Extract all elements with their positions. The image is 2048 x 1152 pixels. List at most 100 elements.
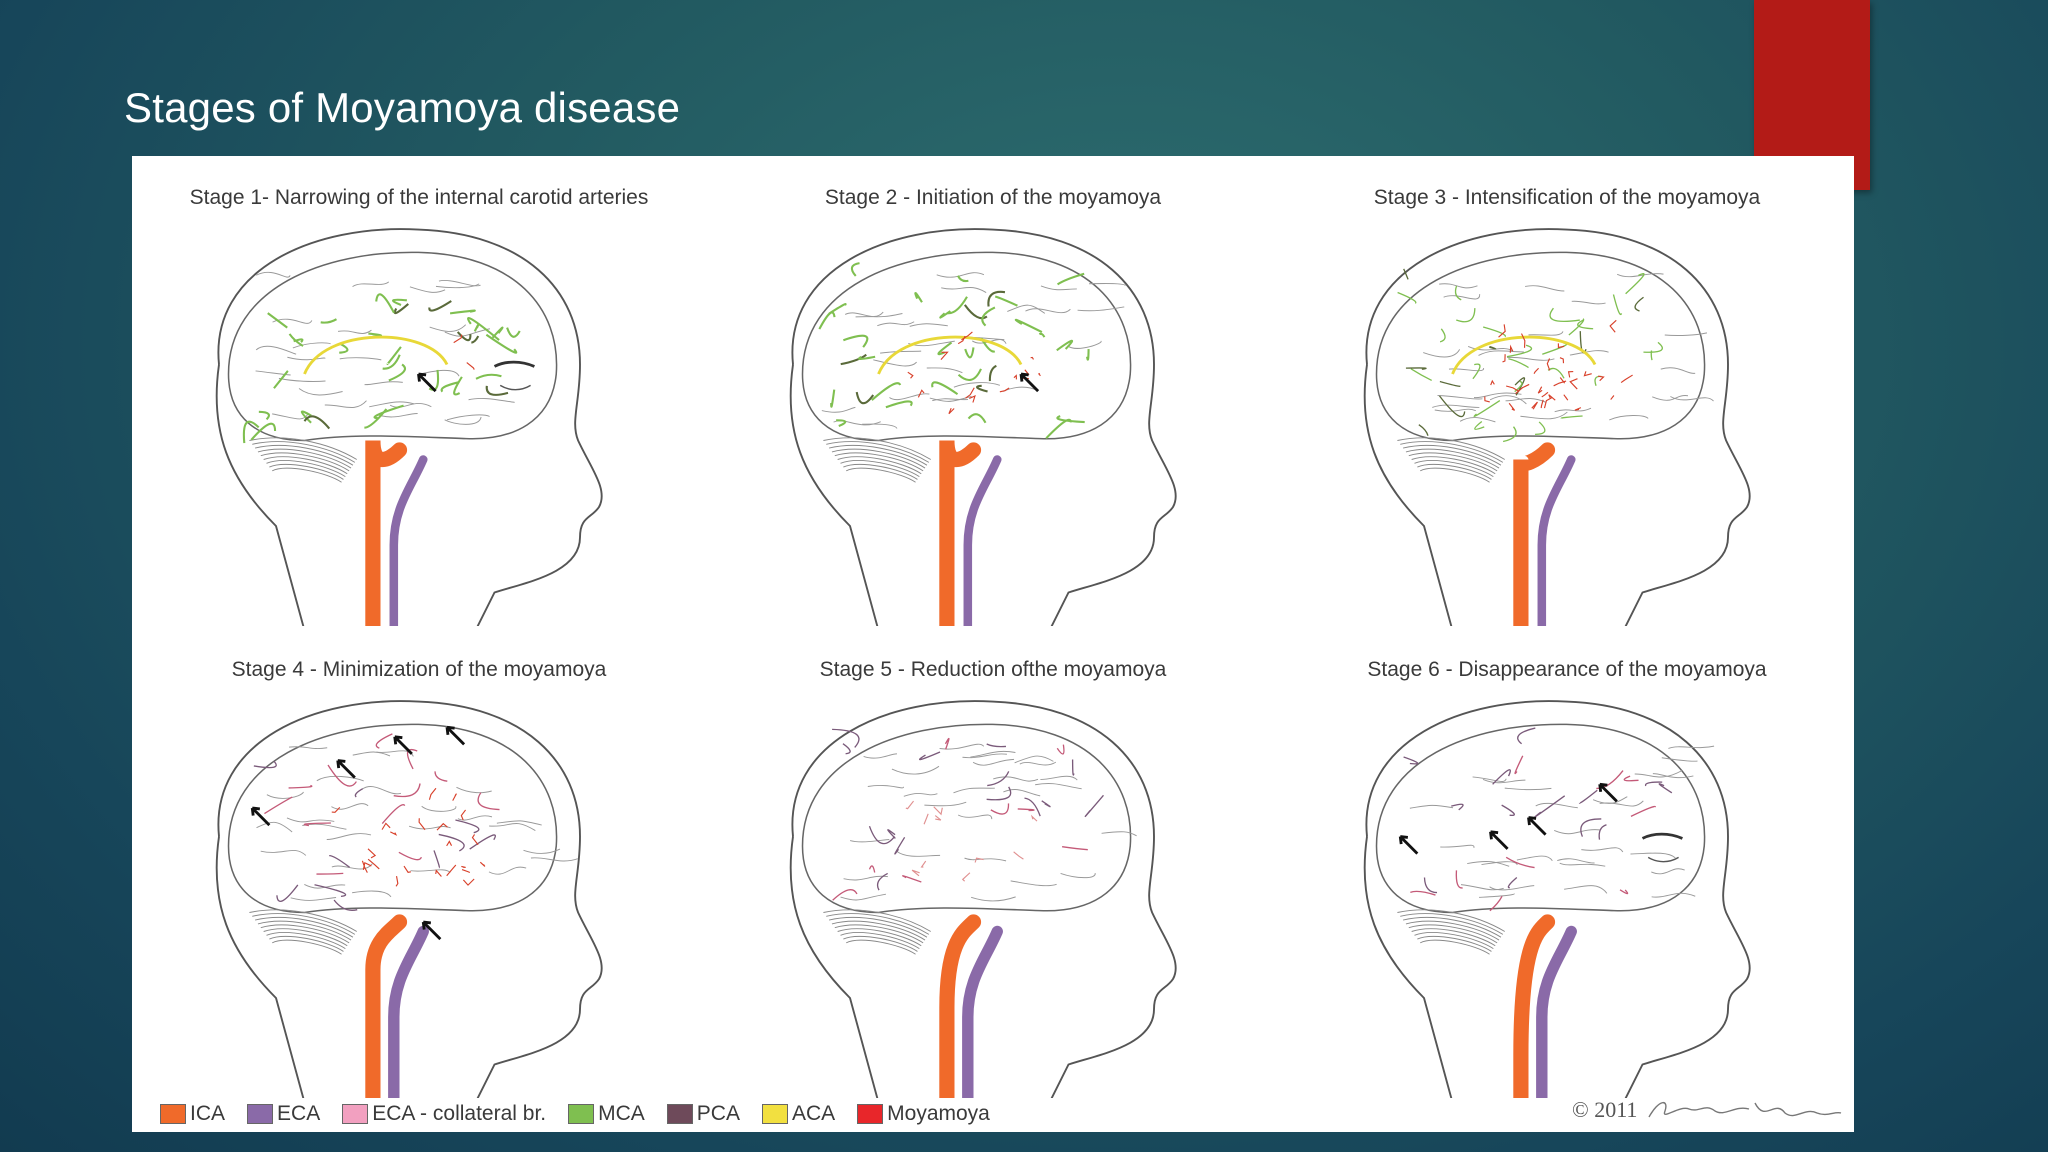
legend-swatch <box>666 1104 693 1124</box>
aca-arc <box>1451 335 1597 375</box>
legend-item-aca: ACA <box>761 1102 836 1126</box>
neck-outline <box>215 364 305 626</box>
moyamoya-vessels <box>907 331 1041 415</box>
eca-vessel <box>1536 925 1577 1098</box>
legend-label: ECA - collateral br. <box>372 1102 547 1125</box>
legend-swatch <box>342 1104 369 1124</box>
legend-label: ACA <box>791 1102 836 1125</box>
arrow-icon <box>417 372 437 393</box>
legend-swatch <box>160 1104 186 1124</box>
moyamoya-stages-figure: Stage 1- Narrowing of the internal carot… <box>132 156 1854 1132</box>
brain-illustration-stage-4 <box>215 700 603 1098</box>
legend-swatch <box>568 1104 595 1124</box>
legend: ICA ECA ECA - collateral br. MCA PCA ACA… <box>160 1102 1012 1126</box>
panel-title: Stage 2 - Initiation of the moyamoya <box>824 186 1162 209</box>
arrow-icon <box>1019 372 1040 393</box>
panel-title: Stage 4 - Minimization of the moyamoya <box>231 658 607 681</box>
moyamoya-vessels <box>1484 319 1633 411</box>
brain-illustration-stage-5 <box>789 700 1177 1098</box>
panel-title: Stage 3 - Intensification of the moyamoy… <box>1373 186 1761 209</box>
head-drawing <box>215 228 603 626</box>
eca-vessel <box>388 925 429 1098</box>
brain-outline <box>1375 251 1706 442</box>
vessel-network <box>253 733 500 911</box>
illustration-group <box>1363 700 1751 1098</box>
panel-title: Stage 1- Narrowing of the internal carot… <box>189 186 649 209</box>
eca-vessel <box>389 455 428 626</box>
legend-label: PCA <box>696 1102 740 1125</box>
illustration-group <box>789 700 1177 1098</box>
panel-stage-6: Stage 6 - Disappearance of the moyamoya <box>1280 628 1854 1098</box>
legend-item-moyamoya: Moyamoya <box>857 1102 990 1126</box>
moyamoya-vessels <box>905 800 1038 882</box>
brain-illustration-stage-3 <box>1363 228 1751 626</box>
vessel-network <box>818 262 1090 440</box>
arrow-icon <box>250 806 271 827</box>
arrow-icon <box>1598 782 1618 803</box>
eca-vessel <box>963 455 1002 626</box>
slide-title: Stages of Moyamoya disease <box>124 84 681 131</box>
arrow-icon <box>1489 830 1509 850</box>
legend-label: MCA <box>598 1102 645 1125</box>
cerebellum <box>823 909 931 955</box>
brain-gyri <box>840 743 1137 902</box>
legend-item-ica: ICA <box>160 1102 225 1126</box>
cerebellum <box>823 437 931 483</box>
arrow-icon <box>1398 835 1419 855</box>
neck-outline <box>789 836 879 1098</box>
cerebellum <box>1397 909 1505 955</box>
legend-swatch <box>857 1104 884 1124</box>
brain-gyri <box>255 271 515 425</box>
panel-stage-2: Stage 2 - Initiation of the moyamoya <box>706 156 1280 626</box>
legend-swatch <box>761 1104 788 1124</box>
brain-gyri <box>1409 745 1715 898</box>
arrow-icon <box>1527 816 1547 836</box>
head-drawing <box>789 700 1177 1098</box>
cerebellum <box>249 437 357 483</box>
panel-stage-4: Stage 4 - Minimization of the moyamoya <box>132 628 706 1098</box>
panel-stage-3: Stage 3 - Intensification of the moyamoy… <box>1280 156 1854 626</box>
panel-title: Stage 5 - Reduction ofthe moyamoya <box>819 658 1167 681</box>
cerebellum <box>1397 437 1505 483</box>
copyright-notice: © 2011 <box>1572 1095 1845 1125</box>
moyamoya-vessels <box>453 334 475 370</box>
copyright-text: © 2011 <box>1572 1097 1638 1122</box>
brain-gyri <box>1423 273 1714 423</box>
brain-illustration-stage-6 <box>1363 700 1751 1098</box>
illustration-group <box>789 228 1177 626</box>
legend-item-mca: MCA <box>568 1102 645 1126</box>
legend-swatch <box>247 1104 274 1124</box>
eyebrow <box>493 360 535 368</box>
legend-item-eca: ECA <box>247 1102 320 1126</box>
legend-item-pca: PCA <box>666 1102 740 1126</box>
eca-vessel <box>1537 455 1576 626</box>
artist-signature <box>1648 1102 1842 1118</box>
head-drawing <box>1363 228 1751 626</box>
neck-outline <box>215 836 305 1098</box>
panel-stage-1: Stage 1- Narrowing of the internal carot… <box>132 156 706 626</box>
panel-stage-5: Stage 5 - Reduction ofthe moyamoya <box>706 628 1280 1098</box>
moyamoya-vessels <box>331 787 486 887</box>
brain-outline <box>227 251 558 442</box>
vessel-network <box>242 293 521 444</box>
eye <box>1647 856 1679 863</box>
illustration-group <box>1363 228 1751 626</box>
head-drawing <box>1363 700 1751 1098</box>
neck-outline <box>1363 836 1453 1098</box>
brain-outline <box>227 723 558 914</box>
arrow-icon <box>336 759 356 779</box>
panel-title: Stage 6 - Disappearance of the moyamoya <box>1367 658 1767 681</box>
eca-vessel <box>962 925 1003 1098</box>
cerebellum <box>249 909 357 955</box>
brain-illustration-stage-2 <box>789 228 1177 626</box>
head-drawing <box>789 228 1177 626</box>
legend-label: Moyamoya <box>887 1102 990 1125</box>
neck-outline <box>1363 364 1453 626</box>
eyebrow <box>1641 832 1683 840</box>
illustration-group <box>215 700 603 1098</box>
vessel-network <box>1403 727 1673 912</box>
legend-label: ECA <box>277 1102 321 1125</box>
legend-item-eca-collateral: ECA - collateral br. <box>342 1102 546 1126</box>
legend-label: ICA <box>190 1102 226 1125</box>
eye <box>499 384 531 391</box>
